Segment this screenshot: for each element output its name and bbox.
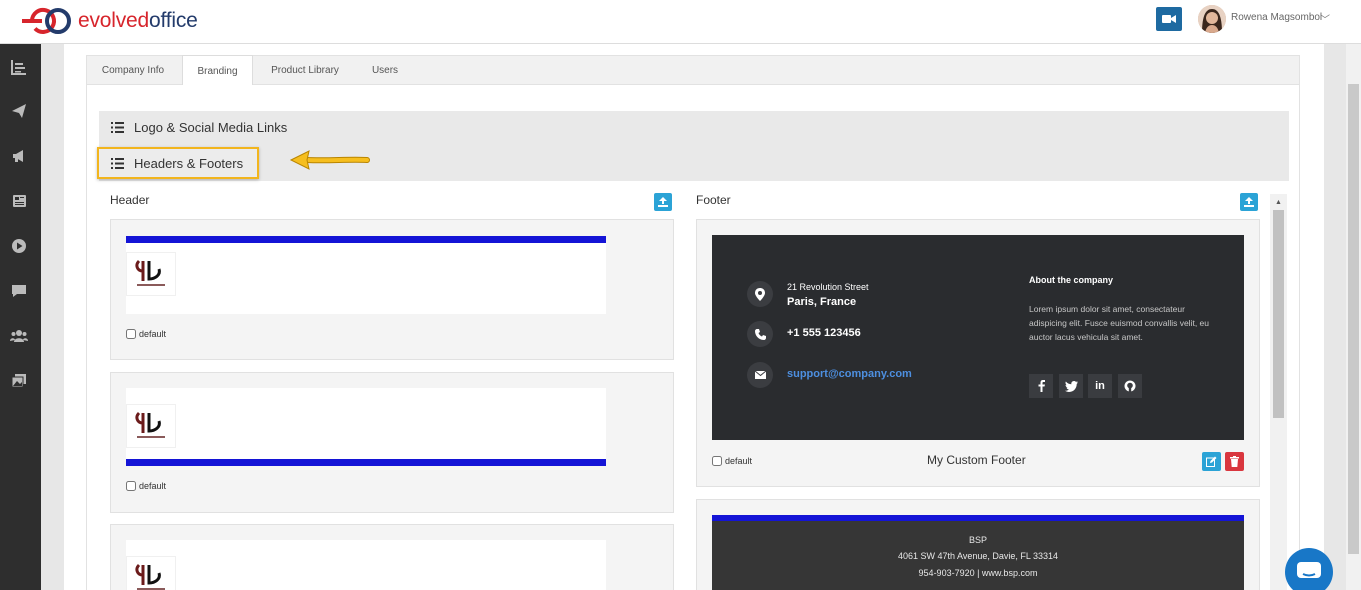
edit-footer-button[interactable] [1202,452,1221,471]
chart-icon[interactable] [10,58,28,76]
tab-users[interactable]: Users [359,56,411,85]
footer-upload-button[interactable] [1240,193,1258,211]
footer-name: My Custom Footer [927,453,1026,467]
footer-email-link[interactable]: support@company.com [787,368,912,380]
header-card[interactable] [110,524,674,590]
accordion-headers-footers[interactable]: Headers & Footers [97,147,259,179]
trash-icon [1230,456,1239,467]
upload-icon [658,197,668,207]
video-camera-icon [1162,15,1176,23]
upload-icon [1244,197,1254,207]
footer-about-title: About the company [1029,275,1114,285]
footer-address-line2: Paris, France [787,296,857,308]
default-checkbox[interactable]: default [712,456,752,466]
user-avatar[interactable] [1198,5,1226,33]
user-name[interactable]: Rowena Magsombol [1231,12,1322,23]
twitter-icon[interactable] [1059,374,1083,398]
footer-preview: BSP 4061 SW 47th Avenue, Davie, FL 33314… [712,515,1244,590]
delete-footer-button[interactable] [1225,452,1244,471]
envelope-icon [747,362,773,388]
header-preview [126,540,606,590]
header-preview [126,388,606,466]
footer-about-text: Lorem ipsum dolor sit amet, consectateur… [1029,304,1210,342]
footer-column-title: Footer [696,193,731,207]
app-logo[interactable]: evolvedoffice [16,6,198,36]
footer-address-line1: 21 Revolution Street [787,282,869,292]
header-column-title: Header [110,193,150,207]
footer-preview: 21 Revolution Street Paris, France +1 55… [712,235,1244,440]
branding-content: Logo & Social Media Links Headers & Foot… [86,85,1300,590]
facebook-icon[interactable] [1029,374,1053,398]
company-logo [126,404,176,448]
default-checkbox[interactable]: default [126,481,166,491]
play-circle-icon[interactable] [10,237,28,255]
company-logo [126,252,176,296]
company-logo [126,556,176,590]
newspaper-icon[interactable] [10,192,28,210]
header-accent-bar [126,236,606,243]
users-icon[interactable] [10,327,28,345]
tab-bar: Company Info Branding Product Library Us… [86,55,1300,86]
phone-icon [747,321,773,347]
tab-branding[interactable]: Branding [182,55,253,86]
video-camera-button[interactable] [1156,7,1182,31]
tab-company-info[interactable]: Company Info [87,56,179,85]
footer-card[interactable]: 21 Revolution Street Paris, France +1 55… [696,219,1260,487]
paper-plane-icon[interactable] [10,102,28,120]
default-checkbox[interactable]: default [126,329,166,339]
scroll-up-arrow-icon[interactable]: ▲ [1275,199,1282,206]
header-card[interactable]: default [110,219,674,360]
images-icon[interactable] [10,372,28,390]
footer-phone: +1 555 123456 [787,327,861,339]
accordion: Logo & Social Media Links Headers & Foot… [97,111,1289,181]
megaphone-icon[interactable] [10,147,28,165]
linkedin-icon[interactable]: in [1088,374,1112,398]
chat-icon[interactable] [10,282,28,300]
header-upload-button[interactable] [654,193,672,211]
top-bar: evolvedoffice Rowena Magsombol ﹀ [0,0,1361,44]
footer-address: 4061 SW 47th Avenue, Davie, FL 33314 [897,551,1059,561]
list-icon [111,121,124,133]
page-scrollbar-thumb[interactable] [1348,84,1359,554]
logo-mark-icon [22,8,71,34]
github-icon[interactable] [1118,374,1142,398]
edit-icon [1206,456,1217,467]
chevron-down-icon[interactable]: ﹀ [1320,11,1330,26]
scrollbar-thumb[interactable] [1273,210,1284,418]
page-scrollbar[interactable] [1346,44,1361,590]
header-card[interactable]: default [110,372,674,513]
list-icon [111,157,124,169]
logo-text: evolvedoffice [78,9,198,32]
sidebar [0,44,41,590]
main-panel: Company Info Branding Product Library Us… [64,44,1324,590]
default-checkbox-input[interactable] [126,329,136,339]
footer-contact: 954-903-7920 | www.bsp.com [918,568,1038,578]
accordion-logo-social[interactable]: Logo & Social Media Links [111,117,287,137]
support-chat-button[interactable] [1285,548,1333,590]
header-accent-bar [126,459,606,466]
content-scrollbar[interactable]: ▲ [1270,194,1287,590]
tab-product-library[interactable]: Product Library [255,56,355,85]
footer-accent-bar [712,515,1244,521]
footer-card[interactable]: BSP 4061 SW 47th Avenue, Davie, FL 33314… [696,499,1260,590]
header-preview [126,236,606,314]
footer-company-name: BSP [968,535,987,545]
chat-bubble-icon [1297,562,1321,578]
default-checkbox-input[interactable] [712,456,722,466]
map-marker-icon [747,281,773,307]
default-checkbox-input[interactable] [126,481,136,491]
arrow-left-icon [289,150,370,170]
